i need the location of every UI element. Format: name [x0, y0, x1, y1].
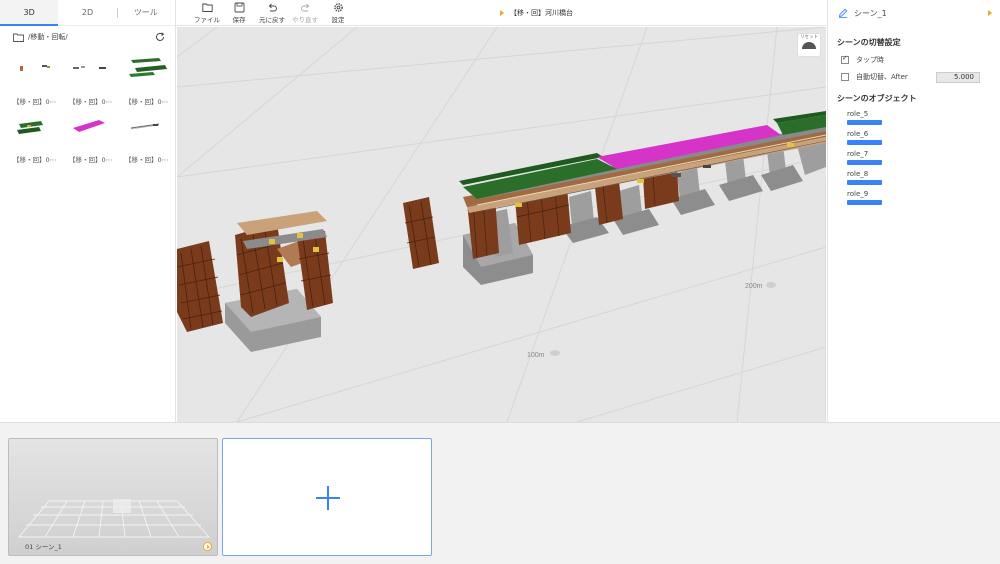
gear-icon	[333, 3, 343, 12]
play-indicator-icon	[500, 10, 504, 16]
tab-3d[interactable]: 3D	[0, 0, 59, 26]
redo-icon	[300, 3, 309, 12]
add-scene-button[interactable]	[222, 438, 432, 556]
plus-icon	[327, 486, 329, 510]
scene-thumbnail-card[interactable]: 01 シーン_1	[8, 438, 218, 556]
small-parts-thumbnail	[20, 65, 50, 71]
object-timeline-bar[interactable]	[847, 160, 882, 165]
scene-objects-heading: シーンのオブジェクト	[837, 94, 917, 103]
scene-switch-heading: シーンの切替設定	[837, 38, 901, 47]
on-tap-option[interactable]: タップ時	[828, 54, 1000, 65]
list-item[interactable]: role_5	[847, 110, 1000, 125]
scene-thumbnail-grid	[9, 439, 217, 555]
distance-marker-200: 200m	[745, 282, 776, 290]
tab-tools[interactable]: ツール	[116, 0, 175, 25]
settings-button[interactable]: 設定	[320, 2, 356, 24]
scaffold-tower-middle	[403, 197, 439, 269]
asset-tabs: 3D 2D ツール	[0, 0, 175, 26]
abutment-structure	[225, 211, 333, 352]
asset-panel: 3D 2D ツール /移動・回転/ 【移・回】0⋯ 【移・回】0⋯ 【移・回】0…	[0, 0, 176, 422]
3d-viewport[interactable]: 100m 200m リセット	[177, 27, 826, 422]
asset-item[interactable]: 【移・回】0⋯	[125, 112, 175, 164]
file-button[interactable]: ファイル	[189, 2, 225, 24]
save-button[interactable]: 保存	[221, 2, 257, 24]
tab-2d[interactable]: 2D	[58, 0, 116, 25]
object-timeline-bar[interactable]	[847, 140, 882, 145]
list-item[interactable]: role_8	[847, 170, 1000, 185]
folder-icon	[13, 33, 24, 42]
play-scene-icon[interactable]	[988, 10, 992, 16]
play-badge-icon[interactable]	[203, 542, 212, 551]
svg-text:100m: 100m	[527, 352, 545, 359]
project-title: 【移・回】河川橋台	[499, 8, 573, 18]
asset-item[interactable]: 【移・回】0⋯	[125, 54, 175, 106]
list-item[interactable]: role_7	[847, 150, 1000, 165]
green-girders-thumbnail	[129, 58, 167, 77]
reset-view-icon	[802, 42, 816, 49]
asset-item[interactable]: 【移・回】0⋯	[13, 112, 63, 164]
pencil-icon[interactable]	[838, 8, 848, 18]
asset-grid: 【移・回】0⋯ 【移・回】0⋯ 【移・回】0⋯ 【移・回】0⋯ 【移・回】0⋯ …	[0, 48, 175, 164]
scene-name[interactable]: シーン_1	[854, 8, 887, 19]
distance-marker-100: 100m	[527, 350, 560, 359]
folder-path: /移動・回転/	[28, 33, 68, 41]
auto-switch-option[interactable]: 自動切替、After 5.000	[828, 71, 1000, 83]
scene-card-label: 01 シーン_1	[25, 543, 62, 551]
undo-icon	[268, 3, 277, 12]
folder-path-bar: /移動・回転/	[0, 26, 175, 48]
scene-strip: 01 シーン_1	[0, 422, 1000, 564]
beam-pieces-thumbnail	[73, 66, 106, 69]
asset-item[interactable]: 【移・回】0⋯	[13, 54, 63, 106]
reset-view-button[interactable]: リセット	[798, 34, 820, 56]
save-icon	[234, 2, 244, 13]
top-toolbar: ファイル 保存 元に戻す やり直す 設定 【移・回】河川橋台	[177, 0, 826, 26]
folder-icon	[201, 3, 213, 12]
redo-button[interactable]: やり直す	[287, 2, 323, 24]
object-timeline-bar[interactable]	[847, 180, 882, 185]
object-timeline-bar[interactable]	[847, 120, 882, 125]
auto-switch-seconds-input[interactable]: 5.000	[936, 71, 980, 83]
object-timeline-bar[interactable]	[847, 200, 882, 205]
svg-text:200m: 200m	[745, 283, 763, 290]
on-tap-checkbox[interactable]	[841, 54, 849, 64]
undo-button[interactable]: 元に戻す	[254, 2, 290, 24]
refresh-icon[interactable]	[155, 32, 165, 42]
bridge-scene: 100m 200m	[177, 27, 826, 422]
rail-thumbnail	[130, 123, 160, 130]
pink-slab-thumbnail	[73, 120, 105, 132]
list-item[interactable]: role_9	[847, 190, 1000, 205]
list-item[interactable]: role_6	[847, 130, 1000, 145]
scene-object-list: role_5 role_6 role_7 role_8 role_9	[828, 110, 1000, 205]
asset-item[interactable]: 【移・回】0⋯	[69, 54, 119, 106]
auto-switch-checkbox[interactable]	[841, 73, 849, 81]
scene-name-header: シーン_1	[828, 0, 1000, 26]
asset-item[interactable]: 【移・回】0⋯	[69, 112, 119, 164]
scene-properties-panel: シーン_1 シーンの切替設定 タップ時 自動切替、After 5.000 シーン…	[827, 0, 1000, 422]
scaffold-tower-left	[177, 241, 223, 332]
green-deck-thumbnail	[17, 121, 43, 134]
